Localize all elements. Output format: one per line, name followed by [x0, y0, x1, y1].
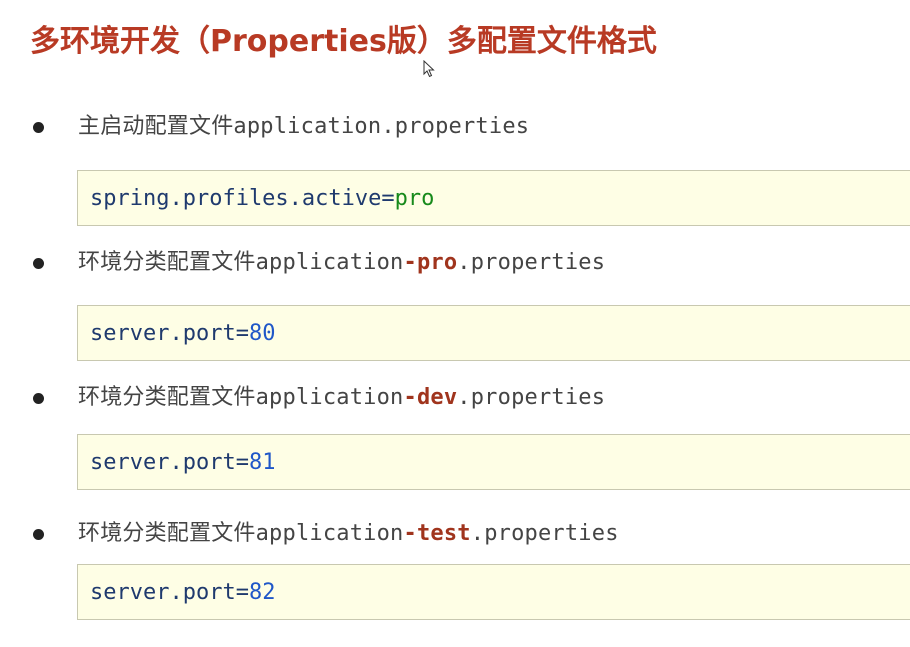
list-item-label: 环境分类配置文件application-test.properties: [78, 519, 619, 549]
file-name-base: application: [255, 250, 404, 275]
code-block-test: server.port=82: [77, 564, 910, 620]
code-line: server.port=82: [90, 579, 275, 607]
code-value: 82: [248, 580, 276, 605]
code-block-main: spring.profiles.active=pro: [77, 170, 910, 226]
code-line: server.port=80: [90, 320, 275, 348]
file-name-suffix: .properties: [457, 250, 606, 275]
code-key: server.port: [90, 450, 236, 475]
code-block-dev: server.port=81: [77, 434, 910, 490]
file-name-base: application: [255, 521, 404, 546]
file-name-base: application: [255, 385, 404, 410]
code-line: spring.profiles.active=pro: [90, 185, 434, 213]
code-key: server.port: [90, 580, 236, 605]
list-item-label: 环境分类配置文件application-dev.properties: [78, 383, 605, 413]
code-equals: =: [381, 186, 395, 211]
label-prefix: 环境分类配置文件: [78, 250, 256, 275]
code-equals: =: [235, 321, 249, 346]
code-key: spring.profiles.active: [90, 186, 382, 211]
bullet-icon: [33, 529, 44, 540]
mouse-cursor-icon: [423, 60, 435, 78]
label-prefix: 主启动配置文件: [78, 114, 234, 139]
bullet-icon: [33, 258, 44, 269]
slide-title: 多环境开发（Properties版）多配置文件格式: [30, 24, 657, 59]
code-value: pro: [394, 186, 435, 211]
code-value: 81: [248, 450, 276, 475]
file-name-highlight: -pro: [403, 250, 458, 275]
label-prefix: 环境分类配置文件: [78, 521, 256, 546]
code-block-pro: server.port=80: [77, 305, 910, 361]
list-item-label: 主启动配置文件application.properties: [78, 112, 529, 142]
bullet-icon: [33, 122, 44, 133]
file-name-highlight: -test: [403, 521, 471, 546]
code-equals: =: [235, 580, 249, 605]
file-name-base: application: [233, 114, 382, 139]
file-name-suffix: .properties: [457, 385, 606, 410]
file-name-highlight: -dev: [403, 385, 458, 410]
file-name-suffix: .properties: [470, 521, 619, 546]
list-item-label: 环境分类配置文件application-pro.properties: [78, 248, 605, 278]
file-name-suffix: .properties: [381, 114, 530, 139]
label-prefix: 环境分类配置文件: [78, 385, 256, 410]
code-value: 80: [248, 321, 276, 346]
code-equals: =: [235, 450, 249, 475]
bullet-icon: [33, 393, 44, 404]
code-key: server.port: [90, 321, 236, 346]
code-line: server.port=81: [90, 449, 275, 477]
